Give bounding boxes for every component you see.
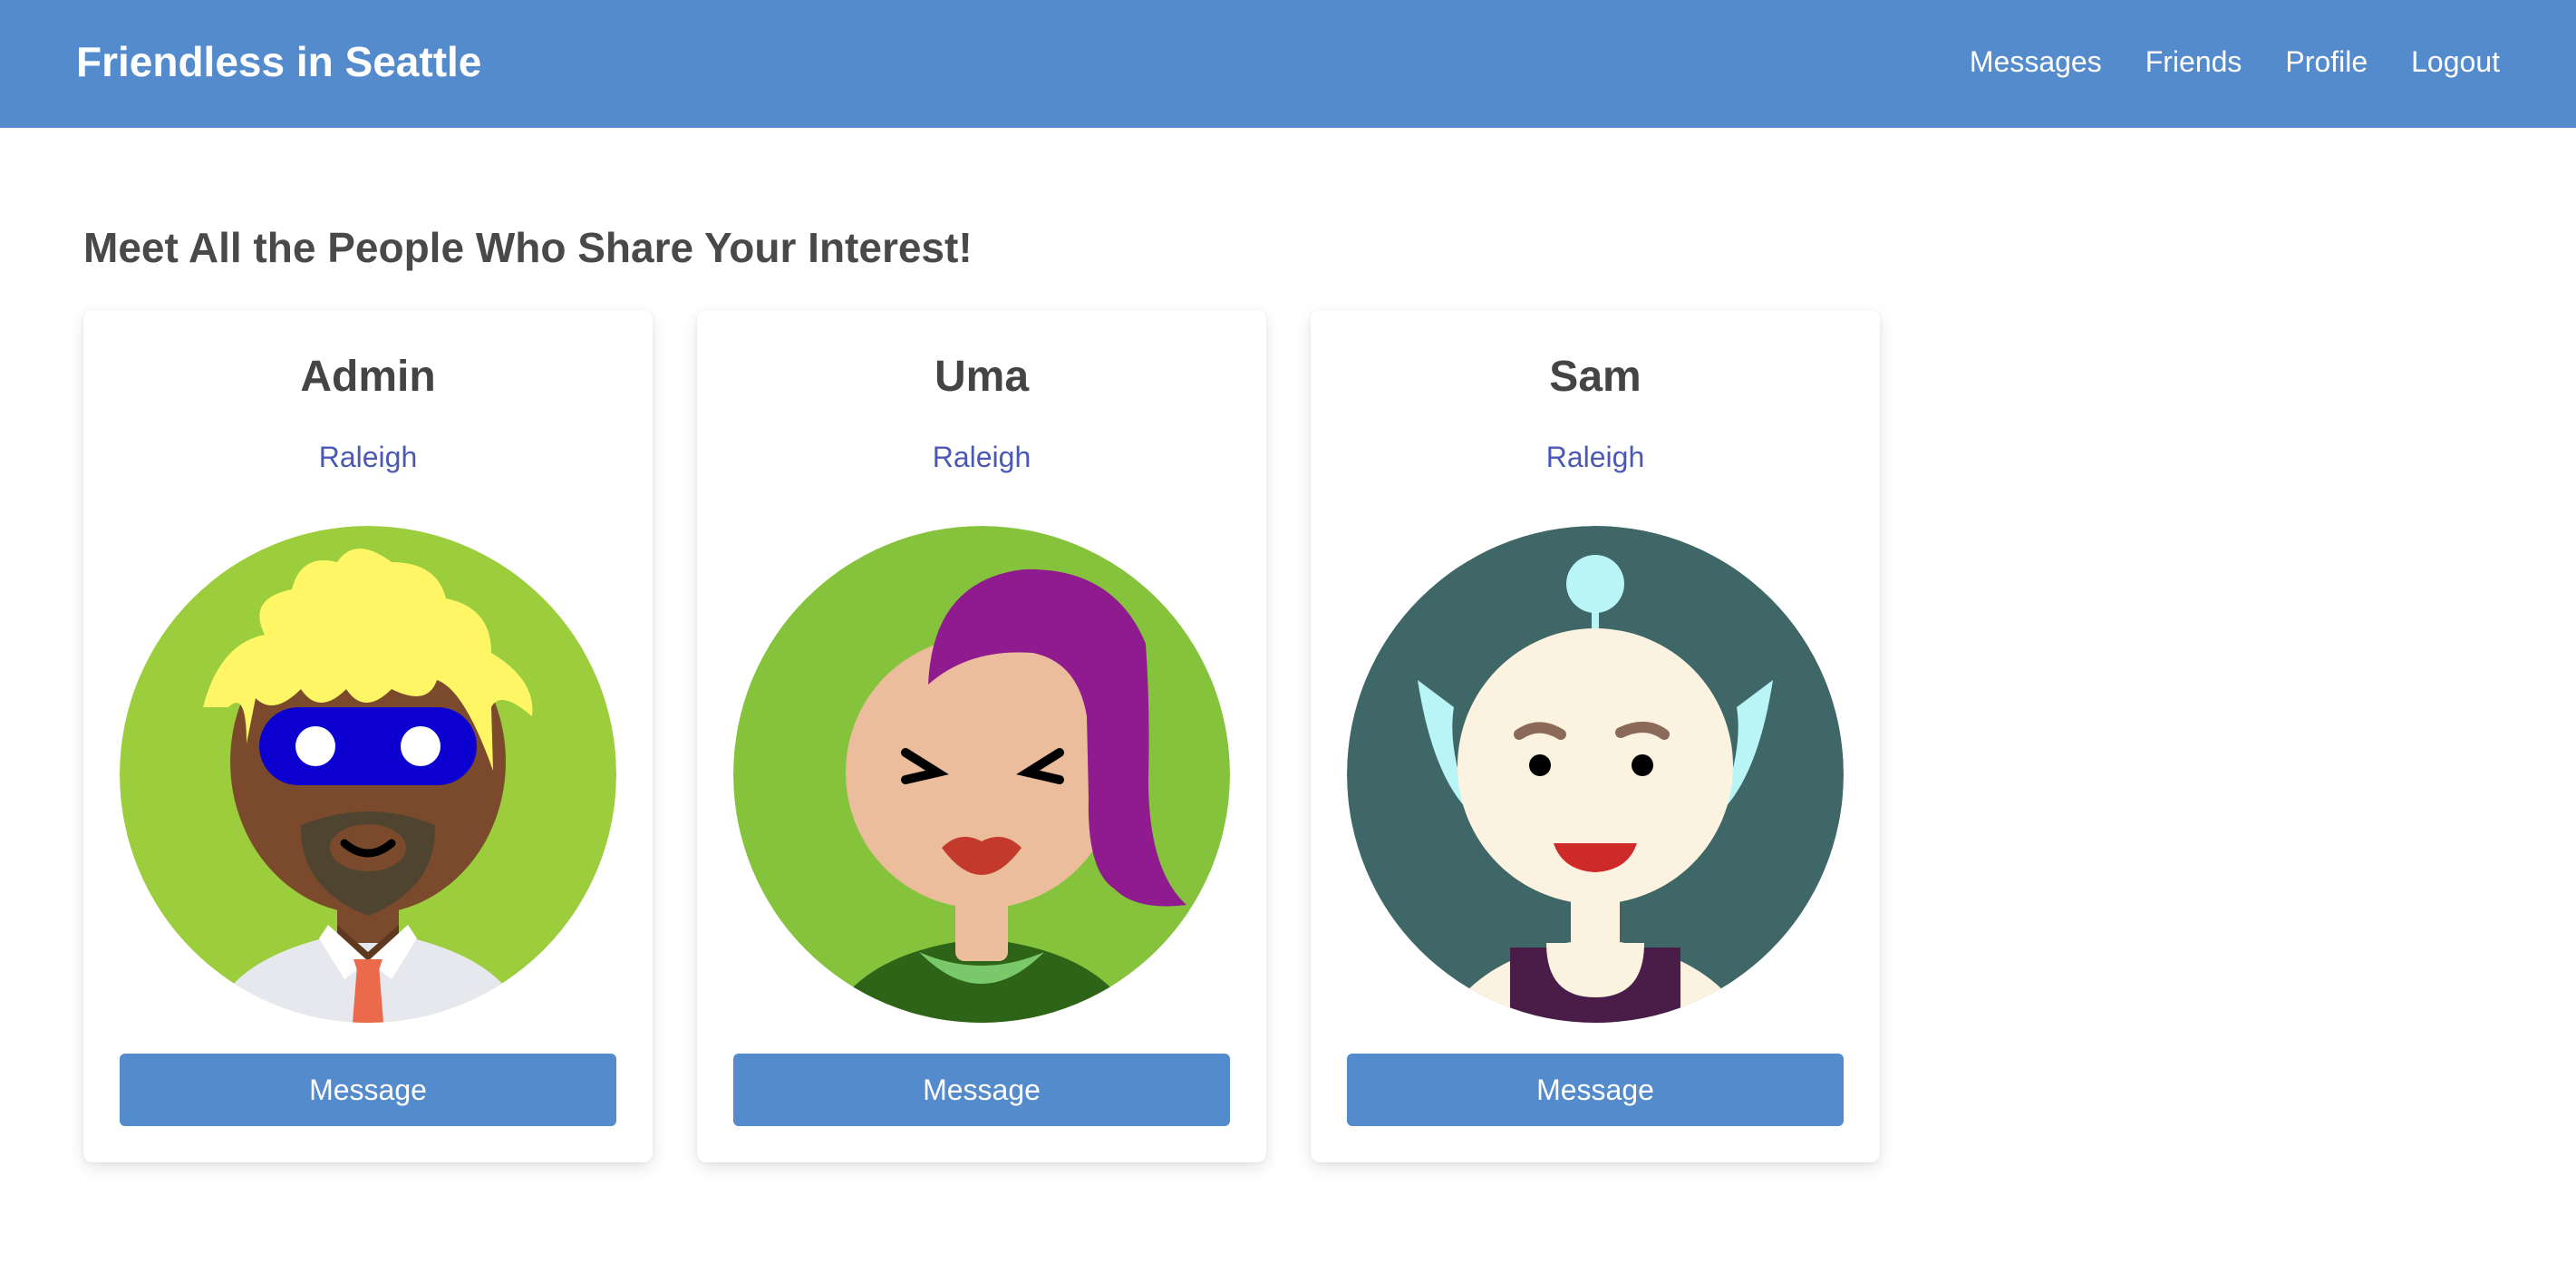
user-city-link[interactable]: Raleigh <box>1311 439 1880 475</box>
page-title: Meet All the People Who Share Your Inter… <box>83 224 973 271</box>
nav-logout-link[interactable]: Logout <box>2411 40 2500 85</box>
user-name: Uma <box>934 353 1030 401</box>
nav-links: Messages Friends Profile Logout <box>1970 40 2500 85</box>
user-city-link[interactable]: Raleigh <box>83 439 653 475</box>
message-button-sam[interactable]: Message <box>1347 1054 1844 1126</box>
user-name: Sam <box>1549 353 1641 401</box>
nav-messages-link[interactable]: Messages <box>1970 40 2102 85</box>
user-name: Admin <box>300 353 436 401</box>
user-city-link[interactable]: Raleigh <box>697 439 1266 475</box>
uma-avatar-icon <box>733 526 1230 1023</box>
top-navbar: Friendless in Seattle Messages Friends P… <box>0 0 2576 128</box>
nav-profile-link[interactable]: Profile <box>2285 40 2368 85</box>
message-button-admin[interactable]: Message <box>120 1054 616 1126</box>
sam-avatar-icon <box>1347 526 1844 1023</box>
user-card-uma: Uma Raleigh Message <box>697 310 1266 1162</box>
message-button-uma[interactable]: Message <box>733 1054 1230 1126</box>
admin-avatar-icon <box>120 526 616 1023</box>
user-card-admin: Admin Raleigh Message <box>83 310 653 1162</box>
user-card-sam: Sam Raleigh Message <box>1311 310 1880 1162</box>
nav-friends-link[interactable]: Friends <box>2145 40 2242 85</box>
brand-title[interactable]: Friendless in Seattle <box>76 34 481 89</box>
